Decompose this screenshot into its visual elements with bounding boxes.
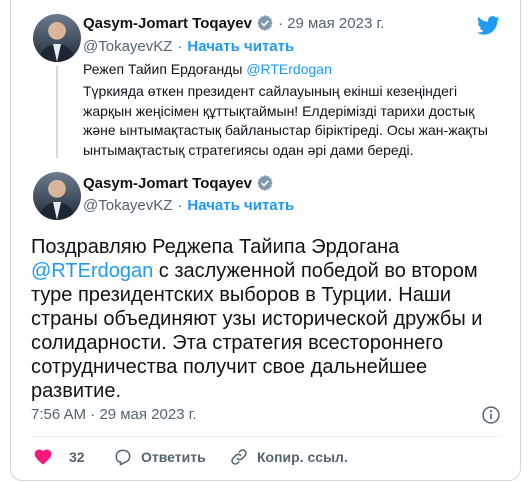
divider — [31, 436, 502, 437]
copy-link-label: Копир. ссыл. — [257, 449, 348, 465]
heart-icon — [34, 449, 52, 465]
reply-label: Ответить — [141, 449, 206, 465]
verified-badge-icon — [257, 15, 273, 31]
tweet-date[interactable]: · 29 мая 2023 г. — [278, 15, 384, 32]
separator-dot: · — [177, 38, 183, 55]
quoted-line1: Режеп Тайип Ердоғанды @RTErdogan — [83, 60, 503, 80]
link-icon — [231, 449, 247, 465]
main-header: Qasym-Jomart Toqayev — [83, 174, 274, 192]
thread-line — [56, 66, 58, 158]
mention-link[interactable]: @RTErdogan — [31, 260, 153, 282]
copy-link-button[interactable]: Копир. ссыл. — [229, 447, 348, 467]
author-handle[interactable]: @TokayevKZ — [83, 38, 172, 55]
separator-dot: · — [177, 197, 183, 214]
quoted-body: Түркияда өткен президент сайлауының екін… — [83, 83, 488, 158]
verified-badge-icon — [257, 175, 273, 191]
quoted-line1-text: Режеп Тайип Ердоғанды — [83, 61, 247, 77]
follow-button[interactable]: Начать читать — [187, 197, 294, 214]
tweet-text: Поздравляю Реджепа Тайипа Эрдогана @RTEr… — [31, 235, 501, 403]
author-handle[interactable]: @TokayevKZ — [83, 197, 172, 214]
tweet-text-prefix: Поздравляю Реджепа Тайипа Эрдогана — [31, 236, 400, 258]
follow-button[interactable]: Начать читать — [187, 38, 294, 55]
tweet-timestamp[interactable]: 7:56 AM · 29 мая 2023 г. — [31, 406, 197, 423]
tweet-card: Qasym-Jomart Toqayev · 29 мая 2023 г. @T… — [10, 0, 521, 481]
author-name[interactable]: Qasym-Jomart Toqayev — [83, 175, 252, 192]
like-button[interactable]: 32 — [33, 447, 85, 467]
twitter-logo-icon[interactable] — [477, 16, 500, 35]
main-handle-row: @TokayevKZ · Начать читать — [83, 197, 294, 214]
reply-icon — [115, 449, 131, 466]
reply-button[interactable]: Ответить — [113, 447, 206, 467]
mention-link[interactable]: @RTErdogan — [246, 61, 332, 77]
quoted-handle-row: @TokayevKZ · Начать читать — [83, 38, 294, 55]
info-icon[interactable] — [481, 405, 501, 425]
like-count: 32 — [69, 449, 85, 465]
quoted-header: Qasym-Jomart Toqayev · 29 мая 2023 г. — [83, 14, 384, 32]
author-name[interactable]: Qasym-Jomart Toqayev — [83, 15, 252, 32]
avatar[interactable] — [33, 14, 81, 62]
avatar[interactable] — [33, 172, 81, 220]
